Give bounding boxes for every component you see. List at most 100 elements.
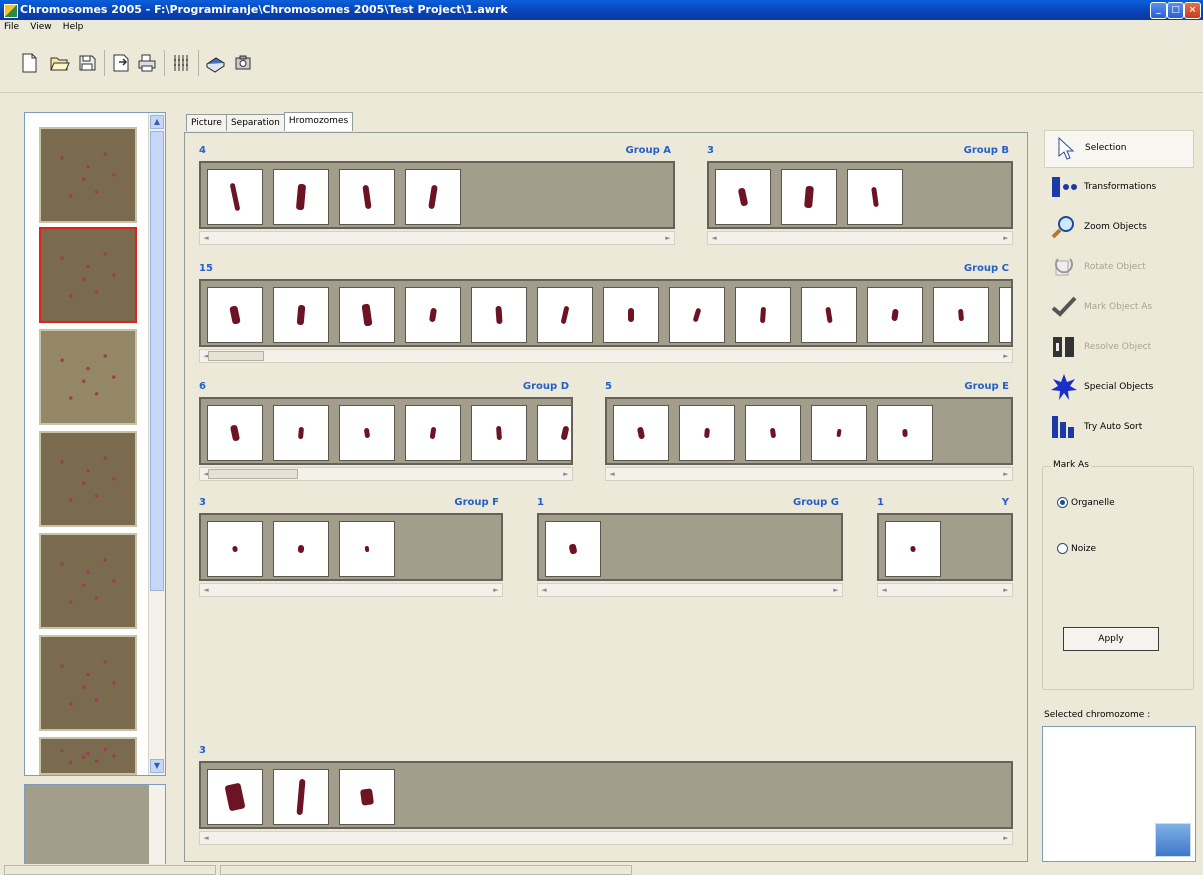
chromosome-cell[interactable]: [405, 405, 461, 461]
chromosome-cell[interactable]: [471, 405, 527, 461]
tool-rotate-object[interactable]: Rotate Object: [1044, 250, 1192, 286]
chromosome-cell[interactable]: [867, 287, 923, 343]
tool-selection[interactable]: Selection: [1044, 130, 1194, 168]
tool-special-objects[interactable]: Special Objects: [1044, 370, 1192, 406]
image-thumbnail-selected[interactable]: [39, 227, 137, 323]
chromosome-cell[interactable]: [847, 169, 903, 225]
tab-separation[interactable]: Separation: [225, 114, 285, 131]
chromosome-cell[interactable]: [207, 287, 263, 343]
scroll-left-icon[interactable]: ◄: [201, 833, 211, 843]
scrollbar-thumb[interactable]: [150, 131, 164, 591]
image-thumbnail[interactable]: [39, 329, 137, 425]
image-thumbnail[interactable]: [39, 533, 137, 629]
chromosome-cell[interactable]: [207, 405, 263, 461]
chromosome-strip[interactable]: [199, 513, 503, 581]
chromosome-cell[interactable]: [339, 287, 395, 343]
scroll-left-icon[interactable]: ◄: [879, 585, 889, 595]
scroll-left-icon[interactable]: ◄: [539, 585, 549, 595]
chromosome-cell[interactable]: [877, 405, 933, 461]
group-horizontal-scrollbar[interactable]: ◄ ►: [199, 467, 573, 481]
chromosome-strip[interactable]: [605, 397, 1013, 465]
scroll-right-icon[interactable]: ►: [1001, 233, 1011, 243]
save-icon[interactable]: [76, 52, 98, 74]
thumbnail-scrollbar[interactable]: ▲ ▼: [148, 113, 165, 775]
scroll-up-icon[interactable]: ▲: [150, 115, 164, 129]
karyotype-icon[interactable]: [170, 52, 192, 74]
chromosome-cell[interactable]: [885, 521, 941, 577]
image-thumbnail[interactable]: [39, 127, 137, 223]
scroll-left-icon[interactable]: ◄: [201, 233, 211, 243]
export-icon[interactable]: [110, 52, 132, 74]
scroll-right-icon[interactable]: ►: [561, 469, 571, 479]
group-horizontal-scrollbar[interactable]: ◄ ►: [199, 831, 1013, 845]
scroll-left-icon[interactable]: ◄: [709, 233, 719, 243]
chromosome-cell[interactable]: [207, 169, 263, 225]
tool-mark-object-as[interactable]: Mark Object As: [1044, 290, 1192, 326]
chromosome-cell[interactable]: [801, 287, 857, 343]
scrollbar-thumb[interactable]: [208, 469, 298, 479]
radio-noize[interactable]: Noize: [1057, 543, 1096, 554]
chromosome-cell[interactable]: [933, 287, 989, 343]
scroll-right-icon[interactable]: ►: [491, 585, 501, 595]
print-icon[interactable]: [136, 52, 158, 74]
radio-on-icon[interactable]: [1057, 497, 1068, 508]
chromosome-cell[interactable]: [811, 405, 867, 461]
chromosome-cell[interactable]: [207, 521, 263, 577]
scroll-right-icon[interactable]: ►: [1001, 585, 1011, 595]
group-horizontal-scrollbar[interactable]: ◄ ►: [199, 231, 675, 245]
tool-try-auto-sort[interactable]: Try Auto Sort: [1044, 410, 1192, 446]
new-document-icon[interactable]: [18, 52, 40, 74]
tool-resolve-object[interactable]: Resolve Object: [1044, 330, 1192, 366]
preview-scrollbar[interactable]: [149, 785, 165, 865]
chromosome-cell[interactable]: [537, 287, 593, 343]
image-thumbnail[interactable]: [39, 635, 137, 731]
chromosome-strip[interactable]: [537, 513, 843, 581]
chromosome-cell[interactable]: [339, 169, 395, 225]
scroll-right-icon[interactable]: ►: [1001, 351, 1011, 361]
group-horizontal-scrollbar[interactable]: ◄ ►: [877, 583, 1013, 597]
scroll-left-icon[interactable]: ◄: [607, 469, 617, 479]
chromosome-cell[interactable]: [339, 769, 395, 825]
chromosome-cell[interactable]: [471, 287, 527, 343]
chromosome-cell[interactable]: [603, 287, 659, 343]
chromosome-cell[interactable]: [745, 405, 801, 461]
chromosome-cell[interactable]: [613, 405, 669, 461]
chromosome-cell[interactable]: [999, 287, 1011, 343]
image-thumbnail-list[interactable]: ▲ ▼: [24, 112, 166, 776]
chromosome-strip[interactable]: [199, 279, 1013, 347]
chromosome-cell[interactable]: [339, 521, 395, 577]
group-horizontal-scrollbar[interactable]: ◄ ►: [707, 231, 1013, 245]
chromosome-cell[interactable]: [781, 169, 837, 225]
group-horizontal-scrollbar[interactable]: ◄ ►: [537, 583, 843, 597]
chromosome-cell[interactable]: [715, 169, 771, 225]
tool-zoom-objects[interactable]: Zoom Objects: [1044, 210, 1192, 246]
chromosome-cell[interactable]: [273, 769, 329, 825]
chromosome-strip[interactable]: [199, 761, 1013, 829]
image-thumbnail[interactable]: [39, 737, 137, 775]
chromosome-strip[interactable]: [199, 397, 573, 465]
menu-help[interactable]: Help: [59, 20, 88, 34]
chromosome-cell[interactable]: [273, 521, 329, 577]
maximize-icon[interactable]: □: [1167, 2, 1184, 19]
apply-button[interactable]: Apply: [1063, 627, 1159, 651]
scroll-right-icon[interactable]: ►: [831, 585, 841, 595]
scroll-left-icon[interactable]: ◄: [201, 585, 211, 595]
chromosome-cell[interactable]: [273, 405, 329, 461]
minimize-icon[interactable]: _: [1150, 2, 1167, 19]
tool-transformations[interactable]: Transformations: [1044, 170, 1192, 206]
scroll-right-icon[interactable]: ►: [1001, 469, 1011, 479]
chromosome-cell[interactable]: [405, 169, 461, 225]
chromosome-cell[interactable]: [545, 521, 601, 577]
chromosome-strip[interactable]: [707, 161, 1013, 229]
scroll-down-icon[interactable]: ▼: [150, 759, 164, 773]
chromosome-cell[interactable]: [273, 287, 329, 343]
camera-icon[interactable]: [232, 52, 254, 74]
scroll-right-icon[interactable]: ►: [1001, 833, 1011, 843]
chromosome-cell[interactable]: [537, 405, 571, 461]
chromosome-strip[interactable]: [877, 513, 1013, 581]
chromosome-cell[interactable]: [735, 287, 791, 343]
image-thumbnail[interactable]: [39, 431, 137, 527]
tab-hromozomes[interactable]: Hromozomes: [283, 112, 354, 131]
radio-off-icon[interactable]: [1057, 543, 1068, 554]
chromosome-cell[interactable]: [273, 169, 329, 225]
